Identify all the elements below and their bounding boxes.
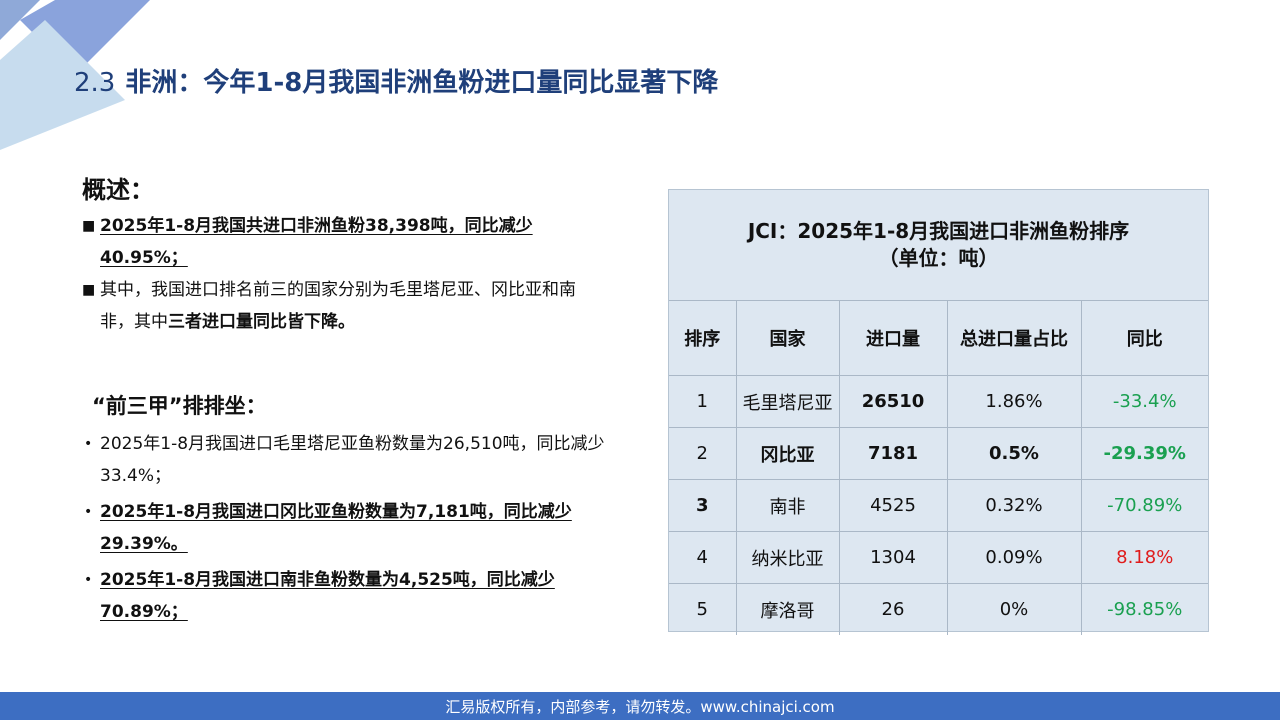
section-number: 2.3 — [74, 68, 116, 98]
cell-yoy: -70.89% — [1081, 479, 1208, 532]
ranking-table: 排序 国家 进口量 总进口量占比 同比 1 毛里塔尼亚 26510 1.86% … — [669, 301, 1208, 635]
top3-item-south-africa-text: 2025年1-8月我国进口南非鱼粉数量为4,525吨，同比减少70.89%； — [100, 570, 555, 622]
cell-share: 0% — [947, 583, 1082, 635]
title-text: 非洲：今年1-8月我国非洲鱼粉进口量同比显著下降 — [125, 68, 719, 98]
top3-item-gambia: 2025年1-8月我国进口冈比亚鱼粉数量为7,181吨，同比减少29.39%。 — [82, 496, 642, 560]
table-row: 1 毛里塔尼亚 26510 1.86% -33.4% — [669, 375, 1208, 428]
table-header-row: 排序 国家 进口量 总进口量占比 同比 — [669, 301, 1208, 376]
cell-country: 南非 — [736, 479, 840, 532]
cell-share: 1.86% — [947, 375, 1082, 428]
header-yoy: 同比 — [1081, 301, 1208, 376]
header-rank: 排序 — [669, 301, 737, 376]
footer-bar: 汇易版权所有，内部参考，请勿转发。www.chinajci.com — [0, 692, 1280, 720]
summary-item-total: 2025年1-8月我国共进口非洲鱼粉38,398吨，同比减少40.95%； — [82, 210, 592, 274]
top3-heading: “前三甲”排排坐： — [92, 394, 267, 418]
cell-rank: 5 — [669, 583, 737, 635]
cell-volume: 4525 — [839, 479, 948, 532]
table-row: 3 南非 4525 0.32% -70.89% — [669, 479, 1208, 532]
top3-item-gambia-text: 2025年1-8月我国进口冈比亚鱼粉数量为7,181吨，同比减少29.39%。 — [100, 502, 572, 554]
cell-country: 毛里塔尼亚 — [736, 375, 840, 428]
page-title: 2.3 非洲：今年1-8月我国非洲鱼粉进口量同比显著下降 — [74, 62, 718, 99]
ranking-table-panel: JCI：2025年1-8月我国进口非洲鱼粉排序 （单位：吨） 排序 国家 进口量… — [668, 189, 1209, 635]
summary-item-top3: 其中，我国进口排名前三的国家分别为毛里塔尼亚、冈比亚和南非，其中三者进口量同比皆… — [82, 274, 592, 338]
cell-rank: 4 — [669, 531, 737, 584]
cell-share: 0.5% — [947, 427, 1082, 480]
cell-volume: 7181 — [839, 427, 948, 480]
table-title: JCI：2025年1-8月我国进口非洲鱼粉排序 （单位：吨） — [669, 190, 1208, 301]
table-row: 2 冈比亚 7181 0.5% -29.39% — [669, 427, 1208, 480]
table-row: 5 摩洛哥 26 0% -98.85% — [669, 583, 1208, 635]
cell-country: 冈比亚 — [736, 427, 840, 480]
summary-item-total-text: 2025年1-8月我国共进口非洲鱼粉38,398吨，同比减少40.95%； — [100, 216, 533, 268]
cell-share: 0.32% — [947, 479, 1082, 532]
top3-item-mauritania-text: 2025年1-8月我国进口毛里塔尼亚鱼粉数量为26,510吨，同比减少33.4%… — [100, 434, 605, 486]
table-title-line1: JCI：2025年1-8月我国进口非洲鱼粉排序 — [747, 219, 1130, 243]
cell-yoy: -29.39% — [1081, 427, 1208, 480]
cell-share: 0.09% — [947, 531, 1082, 584]
table-title-line2: （单位：吨） — [878, 246, 999, 270]
cell-volume: 1304 — [839, 531, 948, 584]
cell-country: 纳米比亚 — [736, 531, 840, 584]
top3-item-south-africa: 2025年1-8月我国进口南非鱼粉数量为4,525吨，同比减少70.89%； — [82, 564, 642, 628]
header-volume: 进口量 — [839, 301, 948, 376]
cell-rank: 3 — [669, 479, 737, 532]
cell-yoy: -98.85% — [1107, 599, 1183, 620]
footer-text: 汇易版权所有，内部参考，请勿转发。www.chinajci.com — [445, 697, 835, 716]
summary-item-top3-bold: 三者进口量同比皆下降。 — [168, 312, 355, 332]
table-row: 4 纳米比亚 1304 0.09% 8.18% — [669, 531, 1208, 584]
top3-list: 2025年1-8月我国进口毛里塔尼亚鱼粉数量为26,510吨，同比减少33.4%… — [82, 428, 642, 632]
cell-yoy: -33.4% — [1081, 375, 1208, 428]
cell-rank: 1 — [669, 375, 737, 428]
header-share: 总进口量占比 — [947, 301, 1082, 376]
cell-yoy: 8.18% — [1081, 531, 1208, 584]
header-country: 国家 — [736, 301, 840, 376]
cell-volume: 26510 — [839, 375, 948, 428]
summary-heading: 概述： — [82, 176, 154, 204]
cell-volume: 26 — [839, 583, 948, 635]
top3-item-mauritania: 2025年1-8月我国进口毛里塔尼亚鱼粉数量为26,510吨，同比减少33.4%… — [82, 428, 642, 492]
cell-country: 摩洛哥 — [736, 583, 840, 635]
summary-list: 2025年1-8月我国共进口非洲鱼粉38,398吨，同比减少40.95%； 其中… — [82, 210, 592, 338]
cell-rank: 2 — [669, 427, 737, 480]
